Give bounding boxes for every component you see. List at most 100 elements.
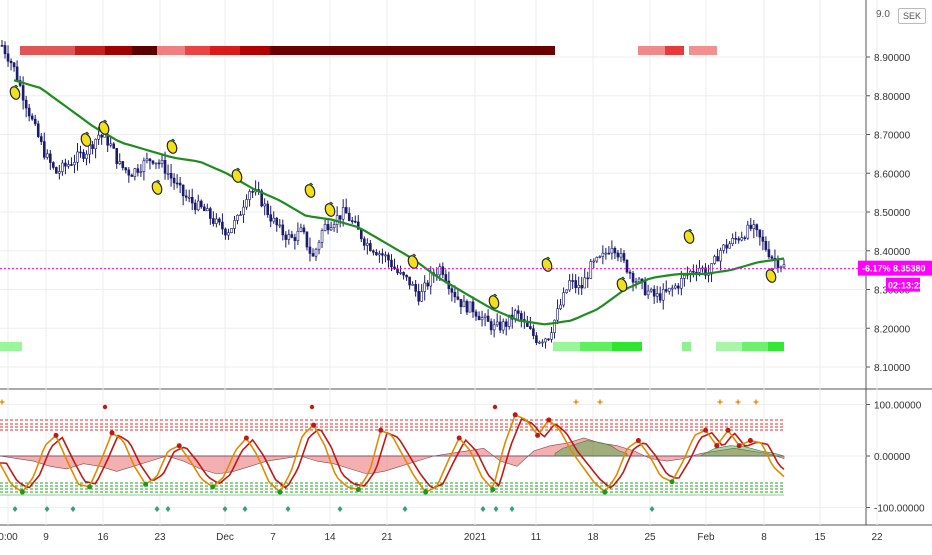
- candle-body: [498, 321, 502, 331]
- candle-body: [517, 310, 520, 314]
- candle-body: [749, 224, 753, 229]
- candle-body: [61, 162, 64, 172]
- candle-body: [359, 229, 363, 240]
- candle-body: [233, 220, 236, 229]
- candle-body: [595, 257, 599, 262]
- price-tick-label: 8.20000: [874, 324, 911, 335]
- candle-body: [224, 228, 227, 236]
- candle-body: [667, 287, 671, 292]
- candle-body: [390, 259, 393, 268]
- candle-body: [21, 85, 25, 101]
- candle-body: [127, 169, 131, 176]
- candle-body: [290, 234, 294, 238]
- candle-body: [263, 203, 266, 207]
- chart-area[interactable]: 8.100008.200008.300008.400008.500008.600…: [0, 0, 932, 550]
- candle-body: [314, 248, 318, 257]
- candle-body: [227, 232, 230, 236]
- candle-body: [30, 115, 34, 120]
- candle-body: [112, 143, 116, 149]
- candle-body: [323, 224, 327, 231]
- candle-body: [236, 214, 239, 221]
- candle-body: [196, 200, 200, 211]
- candle-body: [607, 252, 611, 255]
- red-strip-segment: [75, 46, 105, 55]
- chart-canvas[interactable]: 8.100008.200008.300008.400008.500008.600…: [0, 0, 932, 550]
- candle-body: [73, 161, 76, 166]
- candle-body: [94, 138, 97, 149]
- candle-body: [163, 160, 167, 174]
- candle-body: [565, 289, 568, 293]
- candle-body: [178, 182, 182, 186]
- green-strip-segment: [742, 342, 768, 351]
- osc-cross-dot: [423, 489, 429, 495]
- candle-body: [70, 164, 73, 166]
- red-strip-segment: [638, 46, 665, 55]
- candle-body: [637, 278, 641, 283]
- candle-body: [239, 214, 242, 217]
- candle-body: [9, 60, 13, 64]
- background: [0, 0, 932, 550]
- osc-cross-dot: [602, 489, 608, 495]
- currency-selector[interactable]: SEK: [898, 8, 926, 24]
- candle-body: [199, 200, 203, 208]
- candle-body: [67, 164, 70, 167]
- candle-body: [728, 243, 731, 249]
- candle-body: [601, 252, 605, 257]
- candle-body: [616, 252, 620, 258]
- candle-body: [269, 214, 273, 222]
- candle-body: [145, 158, 149, 162]
- candle-body: [411, 283, 414, 286]
- osc-cross-dot: [736, 443, 742, 449]
- candle-body: [716, 256, 719, 262]
- green-strip-segment: [0, 342, 22, 351]
- osc-tick-label: 0.00000: [874, 452, 911, 463]
- candle-body: [284, 234, 288, 240]
- candle-body: [495, 321, 499, 326]
- candle-body: [49, 153, 52, 163]
- price-tick-label: 8.90000: [874, 53, 911, 64]
- candle-body: [148, 158, 152, 162]
- candle-body: [752, 224, 756, 229]
- candle-body: [24, 99, 28, 109]
- countdown-label: 02:13:22: [888, 281, 924, 291]
- candle-body: [444, 274, 448, 282]
- time-tick-label: 16: [97, 532, 109, 543]
- red-strip-segment: [240, 46, 270, 55]
- time-tick-label: 2021: [464, 532, 487, 543]
- candle-body: [562, 292, 565, 306]
- candle-body: [154, 162, 158, 165]
- candle-body: [664, 289, 668, 292]
- candle-body: [504, 321, 508, 327]
- candle-body: [574, 280, 577, 289]
- candle-body: [474, 311, 478, 317]
- candle-body: [230, 228, 233, 233]
- candle-body: [646, 290, 650, 296]
- candle-body: [133, 168, 137, 177]
- candle-body: [130, 174, 134, 177]
- candle-body: [628, 271, 632, 274]
- osc-cross-dot: [176, 443, 182, 449]
- candle-body: [420, 291, 423, 302]
- candle-body: [58, 171, 61, 174]
- osc-cross-dot: [311, 422, 317, 428]
- candle-body: [480, 317, 484, 321]
- candle-body: [311, 253, 315, 257]
- candle-body: [643, 280, 647, 296]
- candle-body: [142, 160, 146, 172]
- candle-body: [245, 199, 248, 208]
- time-tick-label: 18: [587, 532, 599, 543]
- green-strip-segment: [580, 342, 612, 351]
- candle-body: [79, 151, 82, 154]
- candle-body: [33, 118, 37, 125]
- candle-body: [338, 215, 342, 220]
- osc-cross-dot: [87, 484, 93, 490]
- time-tick-label: Dec: [216, 532, 234, 543]
- candle-body: [175, 182, 179, 185]
- candle-body: [91, 144, 94, 149]
- candle-body: [722, 244, 725, 251]
- candle-body: [571, 280, 574, 282]
- price-tick-label: 8.10000: [874, 363, 911, 374]
- candle-body: [586, 277, 590, 280]
- candle-body: [743, 237, 747, 239]
- red-strip-segment: [210, 46, 240, 55]
